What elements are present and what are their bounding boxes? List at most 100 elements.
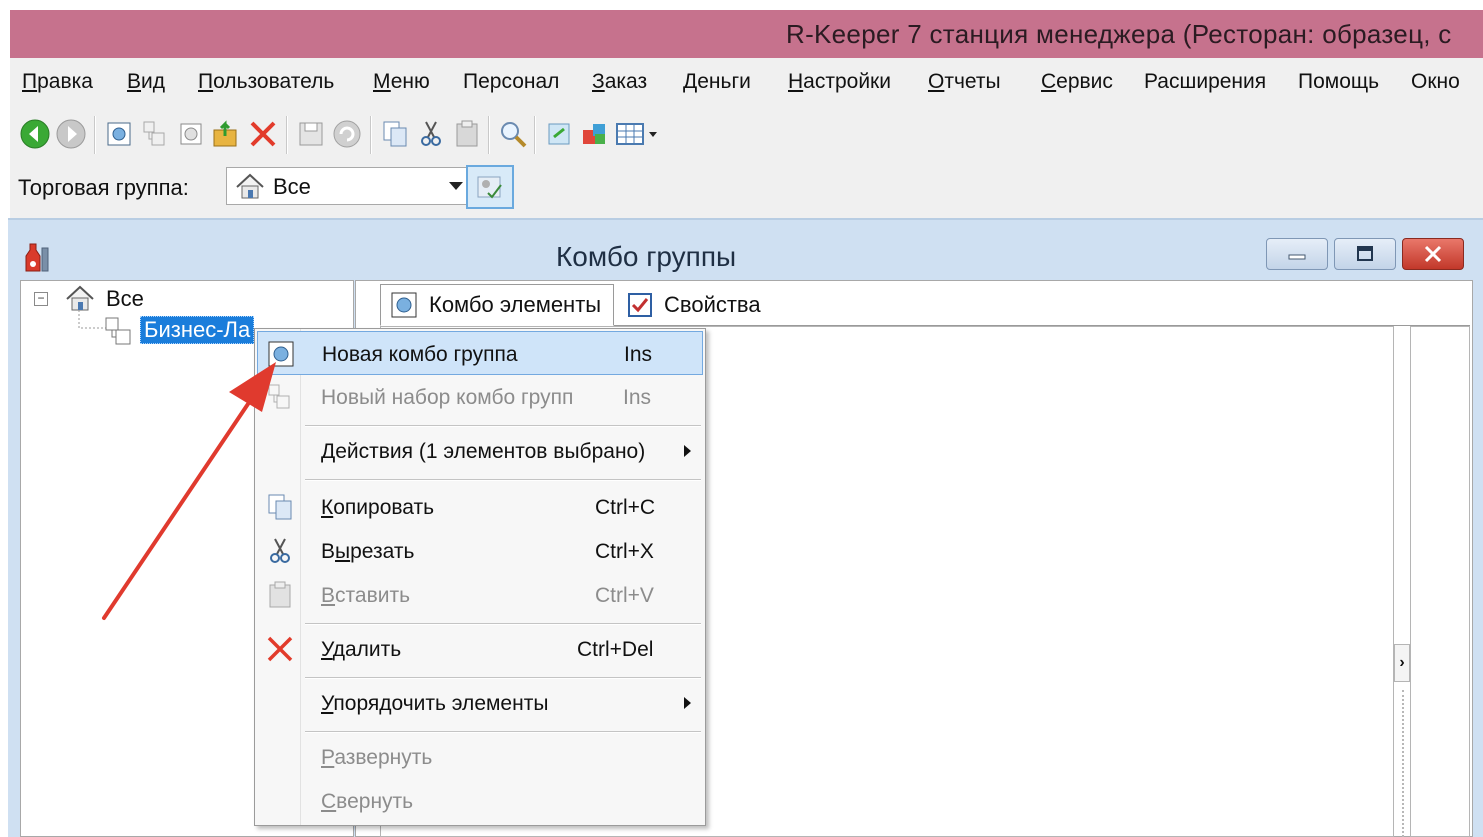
house-icon — [233, 171, 267, 206]
toolbar-separator — [488, 116, 490, 154]
menu-window[interactable]: Окно — [1411, 70, 1460, 94]
menu-reports[interactable]: Отчеты — [928, 70, 1001, 94]
menu-item-label: Вырезать — [321, 540, 414, 564]
menu-item-delete[interactable]: Удалить Ctrl+Del — [257, 627, 703, 671]
mnemonic: Р — [321, 746, 335, 769]
menu-item-label: Развернуть — [321, 746, 432, 770]
splitter-line — [1402, 690, 1404, 837]
tab-strip: Комбо элементы Свойства — [380, 284, 1470, 326]
puzzle-icon[interactable] — [578, 116, 612, 152]
tree-node-root[interactable]: − Все — [34, 285, 234, 314]
mnemonic: К — [321, 496, 334, 519]
menu-separator — [305, 731, 701, 733]
menu-edit[interactable]: Правка — [22, 70, 93, 94]
menu-item-collapse[interactable]: Свернуть — [257, 779, 703, 823]
trade-group-value: Все — [273, 174, 311, 199]
label-text: далить — [332, 638, 402, 661]
label-text: резать — [350, 540, 415, 563]
menu-order-label: аказ — [604, 70, 648, 93]
minimize-icon — [1288, 254, 1306, 260]
copy-icon[interactable] — [378, 116, 412, 152]
forward-icon[interactable] — [54, 116, 88, 152]
new-combo-set-icon[interactable] — [138, 116, 172, 152]
menu-item-new-combo-set[interactable]: Новый набор комбо групп Ins — [257, 375, 703, 419]
menu-item-cut[interactable]: Вырезать Ctrl+X — [257, 529, 703, 573]
menu-item-label: Действия (1 элементов выбрано) — [321, 440, 646, 463]
combo-set-icon — [102, 316, 136, 352]
label-text: азвернуть — [334, 746, 433, 769]
group-filter-icon — [477, 176, 502, 199]
menu-item-paste[interactable]: Вставить Ctrl+V — [257, 573, 703, 617]
tree-collapse-icon[interactable]: − — [34, 292, 48, 306]
label-text: ставить — [335, 584, 411, 607]
combo-element-icon — [389, 290, 419, 320]
menu-help[interactable]: Помощь — [1298, 70, 1379, 94]
mnemonic: С — [321, 790, 337, 813]
menu-item-sort[interactable]: Упорядочить элементы — [257, 681, 703, 725]
menu-view[interactable]: Вид — [127, 70, 165, 94]
grid-view-icon[interactable] — [614, 116, 662, 152]
chevron-right-icon: › — [1399, 654, 1405, 671]
trade-group-select[interactable]: Все — [226, 167, 472, 205]
menu-settings[interactable]: Настройки — [788, 70, 891, 94]
mnemonic: В — [321, 584, 336, 607]
tree-node-root-label: Все — [106, 286, 144, 311]
menu-menu-label: еню — [390, 70, 430, 93]
menu-item-copy[interactable]: Копировать Ctrl+C — [257, 485, 703, 529]
menu-item-label: Новая комбо группа — [322, 343, 518, 366]
undo-icon[interactable] — [330, 116, 364, 152]
splitter-expand-button[interactable]: › — [1394, 644, 1410, 682]
close-icon — [1424, 245, 1442, 263]
back-icon[interactable] — [18, 116, 52, 152]
context-menu: Новая комбо группа Ins Новый набор комбо… — [254, 328, 706, 826]
menu-extensions[interactable]: Расширения — [1144, 70, 1266, 94]
right-pane[interactable] — [1410, 326, 1470, 837]
maximize-icon — [1357, 246, 1373, 261]
trade-group-label: Торговая группа: — [18, 175, 189, 200]
paste-icon[interactable] — [450, 116, 484, 152]
edit-icon[interactable] — [210, 116, 244, 152]
new-element-icon[interactable] — [174, 116, 208, 152]
search-icon[interactable] — [496, 116, 530, 152]
menu-service[interactable]: Сервис — [1041, 70, 1113, 94]
chevron-down-icon[interactable] — [449, 182, 463, 190]
child-window-title: Комбо группы — [556, 241, 737, 272]
menu-staff[interactable]: Персонал — [463, 70, 559, 94]
submenu-arrow-icon — [684, 697, 691, 709]
menu-view-mnemonic: В — [127, 70, 142, 93]
label-text: порядочить элементы — [333, 692, 549, 715]
menu-item-label: Новый набор комбо групп — [321, 386, 574, 409]
delete-icon[interactable] — [246, 116, 280, 152]
menu-user-mnemonic: П — [198, 70, 214, 93]
menu-menu[interactable]: Меню — [373, 70, 430, 94]
menu-view-label: ид — [141, 70, 165, 93]
delete-icon — [263, 632, 297, 666]
save-icon[interactable] — [294, 116, 328, 152]
menu-item-shortcut: Ctrl+V — [595, 584, 654, 607]
menu-money[interactable]: Деньги — [683, 70, 751, 94]
mnemonic: У — [321, 692, 334, 715]
menu-item-shortcut: Ins — [623, 386, 652, 409]
menu-extensions-label: Расширения — [1144, 70, 1267, 93]
close-button[interactable] — [1402, 238, 1464, 270]
tree-node-selected-label: Бизнес-Ла — [140, 316, 255, 344]
menu-user-label: ользователь — [213, 70, 335, 93]
trade-group-filter-button[interactable] — [466, 165, 514, 209]
tab-combo-elements[interactable]: Комбо элементы — [380, 284, 614, 326]
menu-item-label: Вставить — [321, 584, 410, 608]
menu-separator — [305, 677, 701, 679]
cut-icon[interactable] — [414, 116, 448, 152]
menu-item-expand[interactable]: Развернуть — [257, 735, 703, 779]
menu-item-actions[interactable]: Действия (1 элементов выбрано) — [257, 429, 703, 473]
menu-order[interactable]: Заказ — [592, 70, 647, 94]
tab-properties[interactable]: Свойства — [618, 284, 818, 326]
new-combo-group-icon[interactable] — [102, 116, 136, 152]
minimize-button[interactable] — [1266, 238, 1328, 270]
menu-user[interactable]: Пользователь — [198, 70, 334, 94]
menu-item-shortcut: Ctrl+C — [595, 496, 656, 519]
refresh-icon[interactable] — [542, 116, 576, 152]
menu-separator — [305, 425, 701, 427]
menu-help-label: Помощь — [1298, 70, 1380, 93]
menu-item-new-combo-group[interactable]: Новая комбо группа Ins — [257, 331, 703, 375]
maximize-button[interactable] — [1334, 238, 1396, 270]
